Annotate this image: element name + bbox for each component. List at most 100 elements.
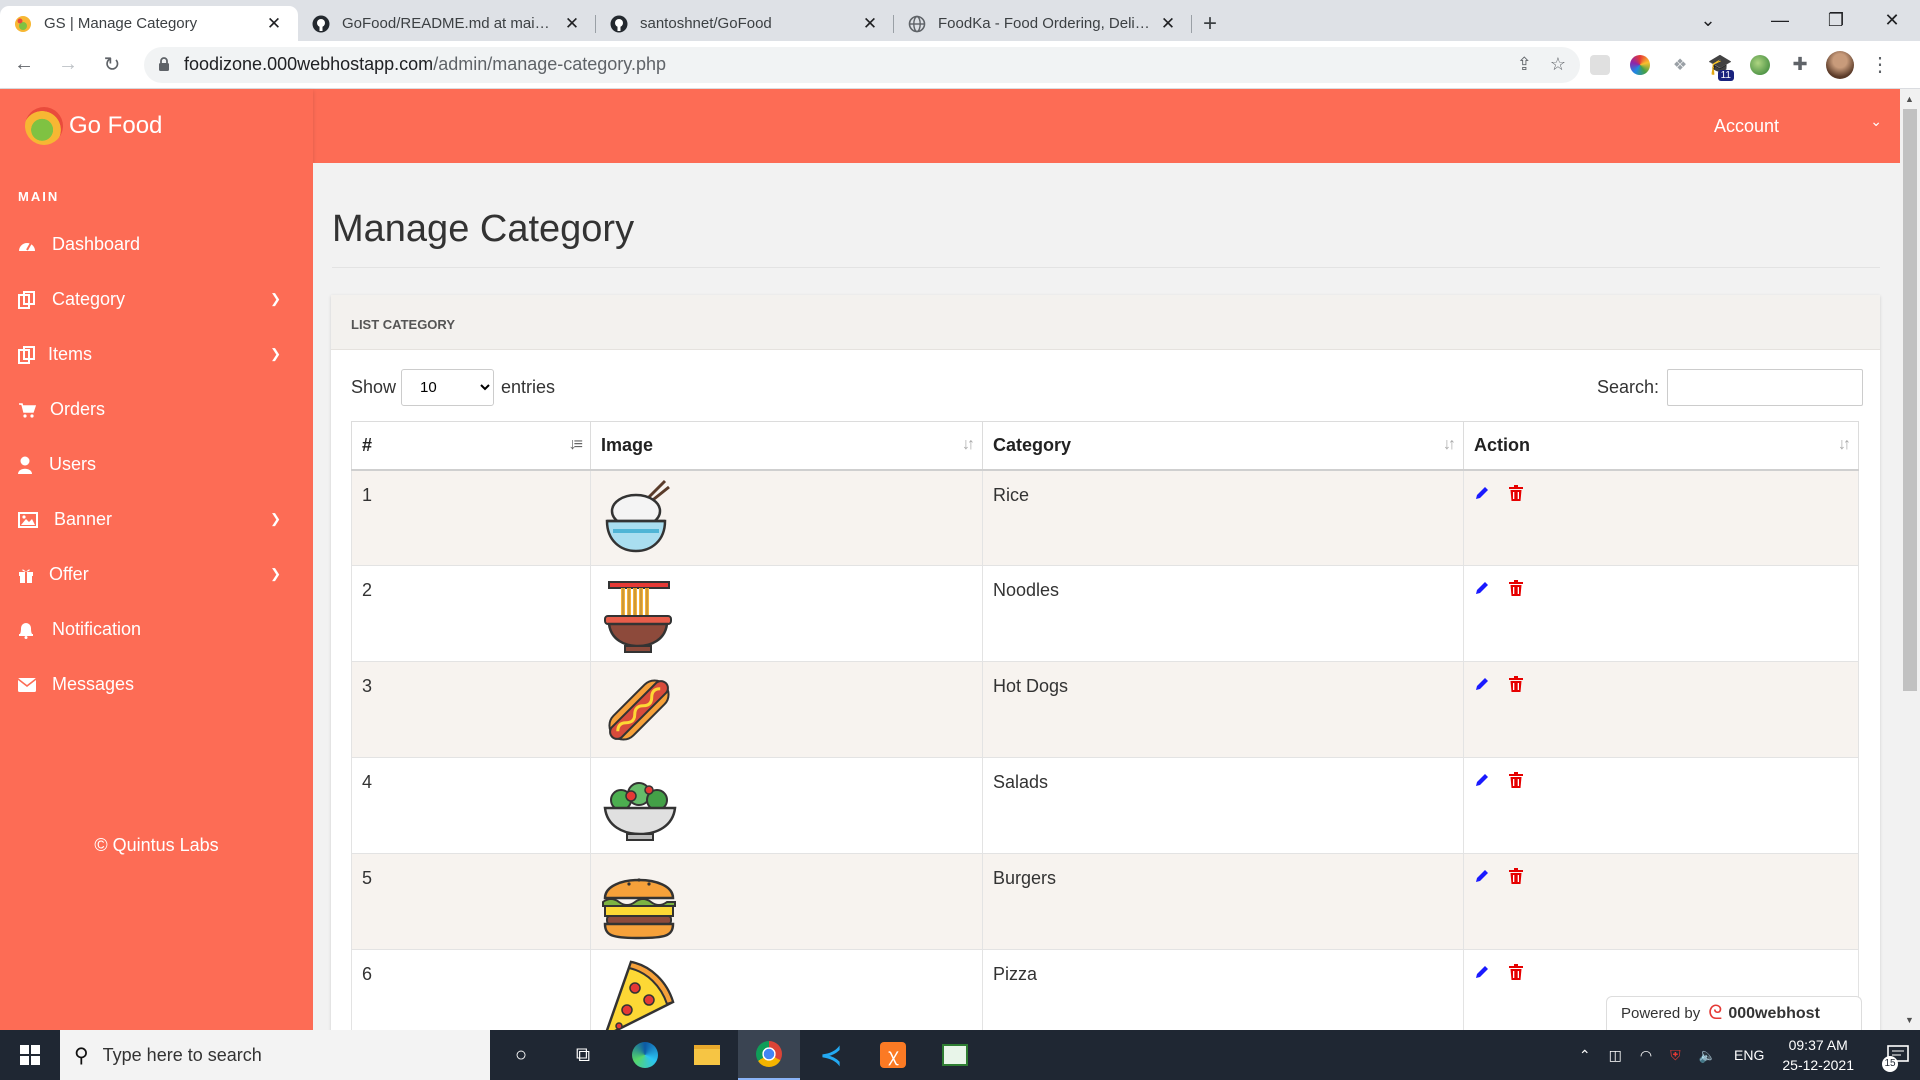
column-header-action[interactable]: Action ↓↑ — [1463, 421, 1859, 471]
taskbar-search-box[interactable]: ⚲ Type here to search — [60, 1030, 490, 1080]
sidebar-item-items[interactable]: Items ❯ — [0, 327, 313, 382]
row-image-cell — [590, 661, 983, 758]
speaker-icon[interactable]: 🔈 — [1699, 1047, 1716, 1064]
column-header-number[interactable]: # ↓≡ — [351, 421, 591, 471]
delete-trash-icon[interactable] — [1509, 580, 1524, 601]
close-tab-icon[interactable]: ✕ — [860, 14, 880, 34]
search-label: Search: — [1596, 376, 1659, 397]
restore-icon[interactable]: ❐ — [1808, 0, 1864, 41]
cortana-circle-icon[interactable]: ○ — [490, 1030, 552, 1080]
language-indicator[interactable]: ENG — [1734, 1047, 1764, 1063]
meeting-icon[interactable]: ◫ — [1609, 1047, 1622, 1064]
close-tab-icon[interactable]: ✕ — [1158, 14, 1178, 34]
puzzle-extensions-icon[interactable]: ✚ — [1780, 45, 1820, 85]
sidebar-item-orders[interactable]: Orders — [0, 382, 313, 437]
search-input[interactable] — [1667, 368, 1863, 406]
sidebar-item-messages[interactable]: Messages — [0, 657, 313, 712]
browser-tab-foodka[interactable]: FoodKa - Food Ordering, Delivery ✕ — [894, 6, 1192, 41]
column-header-image[interactable]: Image ↓↑ — [590, 421, 983, 471]
kebab-menu-icon[interactable]: ⋮ — [1860, 45, 1900, 85]
brand-link[interactable]: Go Food — [0, 89, 313, 163]
sidebar-item-offer[interactable]: Offer ❯ — [0, 547, 313, 602]
sidebar-item-label: Notification — [52, 619, 142, 639]
color-wheel-extension-icon[interactable] — [1620, 45, 1660, 85]
page-title: Manage Category — [332, 208, 635, 250]
lock-icon — [158, 57, 170, 72]
share-icon[interactable]: ⇪ — [1517, 54, 1532, 75]
taskbar-search-placeholder: Type here to search — [102, 1044, 262, 1065]
delete-trash-icon[interactable] — [1509, 484, 1524, 506]
new-tab-button[interactable]: + — [1192, 6, 1228, 41]
row-actions — [1463, 469, 1859, 566]
extension-icon[interactable] — [1580, 45, 1620, 85]
sidebar-item-notification[interactable]: Notification — [0, 602, 313, 657]
graduation-cap-extension-icon[interactable]: 🎓 11 — [1700, 45, 1740, 85]
clock-time: 09:37 AM — [1788, 1037, 1848, 1053]
dropbox-icon[interactable]: ❖ — [1660, 45, 1700, 85]
chrome-taskbar-icon[interactable] — [738, 1030, 800, 1080]
edit-pencil-icon[interactable] — [1474, 964, 1490, 985]
profile-avatar[interactable] — [1820, 45, 1860, 85]
edit-pencil-icon[interactable] — [1474, 485, 1490, 506]
tab-title: GoFood/README.md at main · santoshnet/Go… — [342, 15, 554, 32]
delete-trash-icon[interactable] — [1509, 964, 1524, 985]
scroll-down-arrow-icon[interactable]: ▼ — [1905, 1015, 1914, 1025]
sidebar-item-users[interactable]: Users — [0, 437, 313, 492]
forward-arrow-icon[interactable]: → — [48, 45, 88, 85]
edge-browser-icon[interactable] — [614, 1030, 676, 1080]
taskbar-clock[interactable]: 09:37 AM 25-12-2021 — [1782, 1035, 1854, 1075]
globe-extension-icon[interactable] — [1740, 45, 1780, 85]
chevron-up-icon[interactable]: ⌃ — [1579, 1047, 1591, 1064]
column-header-category[interactable]: Category ↓↑ — [982, 421, 1464, 471]
sidebar-item-label: Items — [48, 344, 93, 364]
close-tab-icon[interactable]: ✕ — [264, 14, 284, 34]
globe-icon — [908, 15, 926, 33]
task-view-icon[interactable]: ⧉ — [552, 1030, 614, 1080]
sidebar-item-label: Orders — [50, 399, 106, 419]
delete-trash-icon[interactable] — [1509, 868, 1524, 889]
sidebar: MAIN Dashboard Category ❯ Items ❯ Orders… — [0, 163, 313, 1030]
edit-pencil-icon[interactable] — [1474, 676, 1490, 697]
back-arrow-icon[interactable]: ← — [4, 45, 44, 85]
scroll-up-arrow-icon[interactable]: ▲ — [1905, 94, 1914, 104]
row-image-cell — [590, 949, 983, 1030]
close-window-icon[interactable]: ✕ — [1864, 0, 1920, 41]
wifi-icon[interactable]: ◠ — [1640, 1047, 1652, 1064]
edit-pencil-icon[interactable] — [1474, 580, 1490, 601]
chevron-down-icon[interactable]: ⌄ — [1870, 113, 1882, 130]
app-window-icon[interactable] — [924, 1030, 986, 1080]
browser-tab-readme[interactable]: GoFood/README.md at main · santoshnet/Go… — [298, 6, 596, 41]
file-explorer-icon[interactable] — [676, 1030, 738, 1080]
delete-trash-icon[interactable] — [1509, 676, 1524, 697]
address-bar[interactable]: foodizone.000webhostapp.com/admin/manage… — [144, 46, 1580, 83]
antivirus-icon[interactable]: ⛨ — [1670, 1047, 1681, 1064]
page-scrollbar[interactable]: ▲ ▼ — [1900, 89, 1920, 1030]
table-row: 1 Rice — [351, 469, 1859, 566]
browser-tab-repo[interactable]: santoshnet/GoFood ✕ — [596, 6, 894, 41]
column-header-label: Image — [601, 434, 654, 455]
entries-select[interactable]: 10 — [401, 368, 495, 406]
sidebar-item-category[interactable]: Category ❯ — [0, 272, 313, 327]
browser-tab-manage-category[interactable]: GS | Manage Category ✕ — [0, 6, 298, 41]
delete-trash-icon[interactable] — [1509, 772, 1524, 793]
edit-pencil-icon[interactable] — [1474, 868, 1490, 889]
edit-pencil-icon[interactable] — [1474, 772, 1490, 793]
notification-center-icon[interactable]: 15 — [1876, 1030, 1920, 1080]
sidebar-item-label: Banner — [54, 509, 113, 529]
envelope-icon — [18, 677, 52, 692]
minimize-icon[interactable]: — — [1752, 0, 1808, 41]
star-icon[interactable]: ☆ — [1550, 54, 1566, 75]
row-category: Rice — [982, 469, 1464, 566]
sidebar-item-dashboard[interactable]: Dashboard — [0, 217, 313, 272]
powered-by-badge[interactable]: Powered by ᘓ 000webhost — [1606, 996, 1862, 1030]
vscode-icon[interactable]: ≺ — [800, 1030, 862, 1080]
close-tab-icon[interactable]: ✕ — [562, 14, 582, 34]
windows-start-icon[interactable] — [0, 1030, 60, 1080]
sidebar-item-banner[interactable]: Banner ❯ — [0, 492, 313, 547]
xampp-icon[interactable]: ꭓ — [862, 1030, 924, 1080]
account-menu[interactable]: Account — [1714, 89, 1779, 163]
reload-icon[interactable]: ↻ — [92, 45, 132, 85]
datatable-controls: Show 10 entries Search: — [351, 368, 1863, 406]
tab-search-chevron-icon[interactable]: ⌄ — [1684, 0, 1732, 41]
scrollbar-thumb[interactable] — [1903, 109, 1917, 691]
